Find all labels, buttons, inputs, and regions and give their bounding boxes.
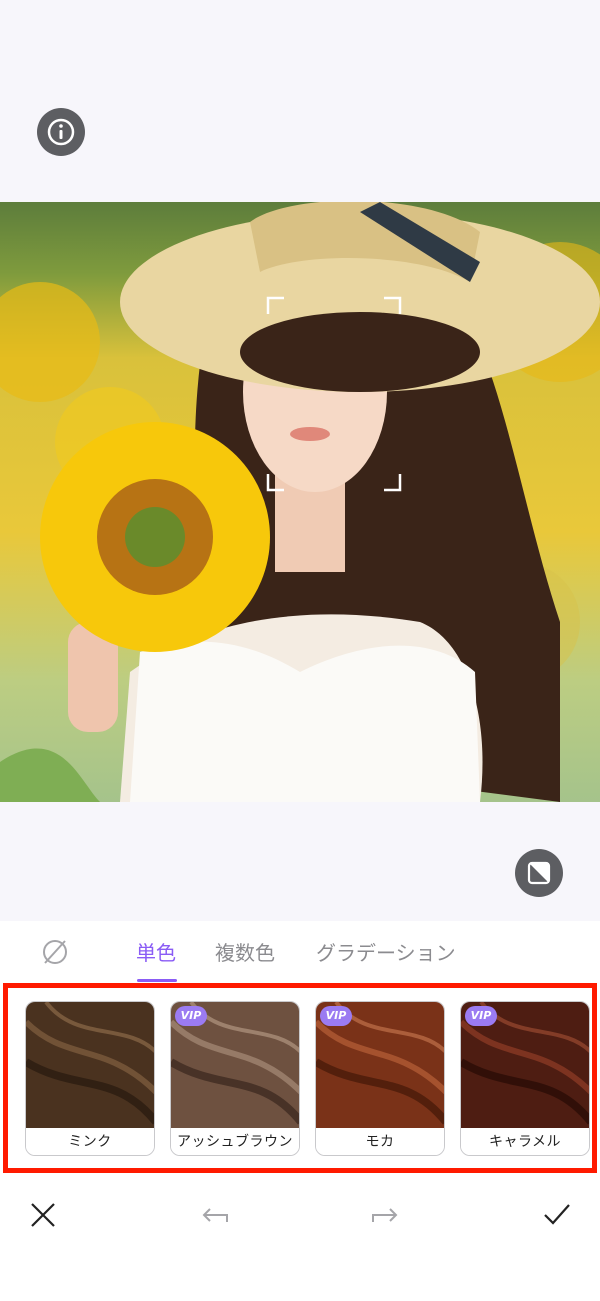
swatch-caramel[interactable]: VIP キャラメル [460,1001,590,1156]
confirm-button[interactable] [539,1197,575,1233]
undo-button[interactable] [197,1197,233,1233]
hair-color-panel: 単色 複数色 グラデーション ミンク VIP アッシュブラウン VIP モカ V… [0,921,600,1301]
info-icon [47,118,75,146]
hair-texture [26,1002,154,1128]
swatch-label: モカ [316,1128,444,1155]
swatch-label: キャラメル [461,1128,589,1155]
info-button[interactable] [37,108,85,156]
swatch-mocha[interactable]: VIP モカ [315,1001,445,1156]
compare-icon [527,861,551,885]
swatch-ash-brown[interactable]: VIP アッシュブラウン [170,1001,300,1156]
vip-badge: VIP [465,1006,497,1026]
bottom-action-bar [0,1185,600,1245]
close-button[interactable] [25,1197,61,1233]
tab-single-color[interactable]: 単色 [136,937,176,966]
swatch-label: ミンク [26,1128,154,1155]
swatch-list: ミンク VIP アッシュブラウン VIP モカ VIP キャラメル [3,983,597,1173]
active-tab-indicator [137,979,177,982]
swatch-mink[interactable]: ミンク [25,1001,155,1156]
swatch-label: アッシュブラウン [171,1128,299,1155]
tab-multi-color[interactable]: 複数色 [215,937,275,966]
tab-gradation[interactable]: グラデーション [316,937,456,966]
photo-preview[interactable] [0,202,600,802]
undo-icon [202,1208,228,1222]
redo-icon [372,1208,398,1222]
portrait-image [0,202,600,802]
redo-button[interactable] [367,1197,403,1233]
color-mode-tabs: 単色 複数色 グラデーション [0,921,600,982]
compare-button[interactable] [515,849,563,897]
vip-badge: VIP [320,1006,352,1026]
top-area [0,0,600,202]
close-icon [31,1203,55,1227]
vip-badge: VIP [175,1006,207,1026]
check-icon [544,1204,570,1225]
no-color-icon[interactable] [40,937,70,967]
